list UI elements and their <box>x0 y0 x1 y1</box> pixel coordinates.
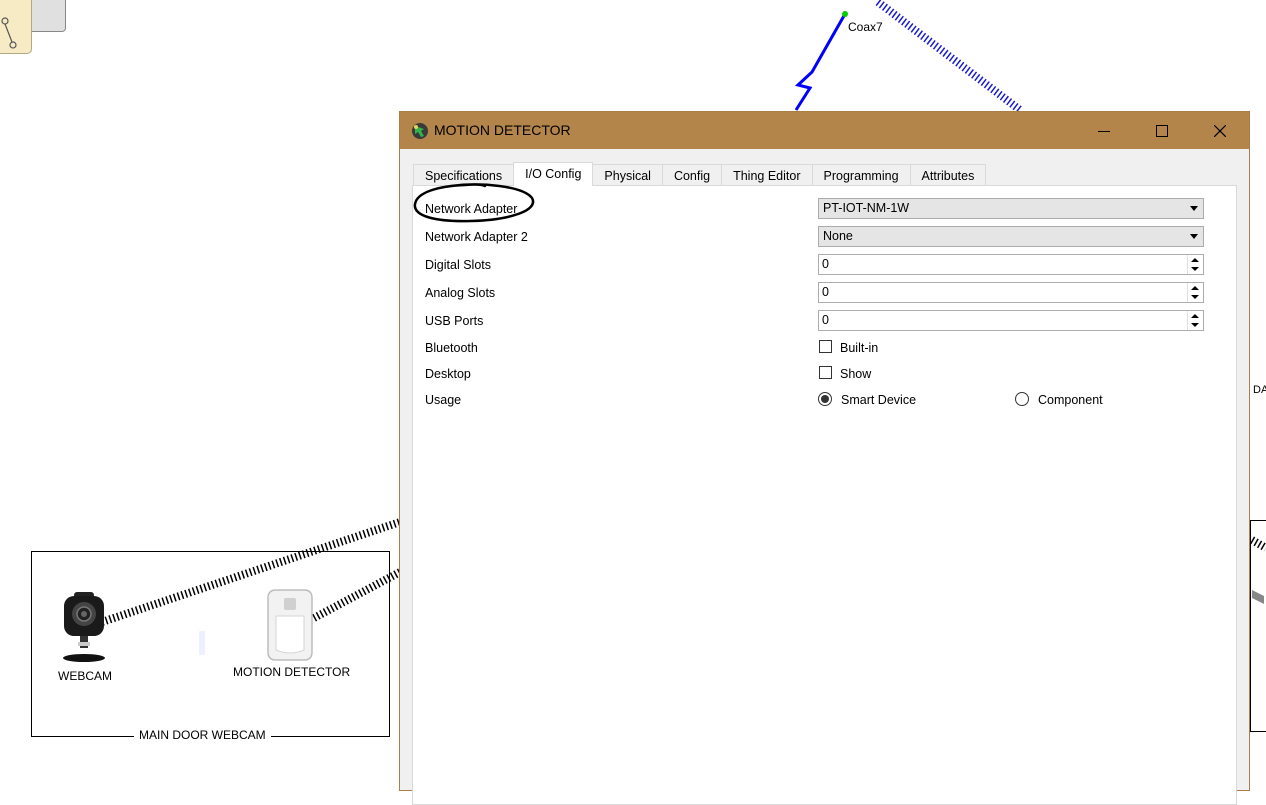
usage-component-radio[interactable] <box>1015 392 1029 406</box>
router-icon <box>1 17 17 49</box>
maximize-icon <box>1156 124 1168 137</box>
tab-config[interactable]: Config <box>661 164 723 186</box>
workspace-marker <box>199 631 205 655</box>
usb-ports-value: 0 <box>822 313 829 327</box>
analog-slots-label: Analog Slots <box>425 286 496 300</box>
link-endpoint <box>842 11 848 17</box>
wireless-link-top <box>875 0 1023 114</box>
bluetooth-label: Bluetooth <box>425 341 478 355</box>
spin-down-icon[interactable] <box>1191 323 1199 327</box>
digital-slots-value: 0 <box>822 257 829 271</box>
annotation-circle <box>413 183 535 223</box>
desktop-label: Desktop <box>425 367 471 381</box>
spin-up-icon[interactable] <box>1191 258 1199 262</box>
dialog-titlebar[interactable]: MOTION DETECTOR <box>400 112 1249 149</box>
close-icon <box>1214 124 1226 137</box>
right-edge-label: DA <box>1253 384 1266 396</box>
dropdown-arrow-icon <box>1190 234 1198 239</box>
network-adapter-value: PT-IOT-NM-1W <box>823 201 910 215</box>
digital-slots-spinbox[interactable]: 0 <box>818 254 1204 275</box>
spin-buttons[interactable] <box>1187 311 1203 330</box>
device-label-webcam[interactable]: WEBCAM <box>58 669 112 683</box>
partial-router-icon[interactable] <box>0 0 32 54</box>
desktop-show-label[interactable]: Show <box>840 367 871 381</box>
spin-buttons[interactable] <box>1187 255 1203 274</box>
usage-smart-device-label[interactable]: Smart Device <box>841 393 916 407</box>
dialog-title: MOTION DETECTOR <box>434 122 571 138</box>
maximize-button[interactable] <box>1133 112 1191 149</box>
desktop-show-checkbox[interactable] <box>819 366 832 379</box>
link-label: Coax7 <box>848 20 883 34</box>
bluetooth-builtin-label[interactable]: Built-in <box>840 341 878 355</box>
tab-programming[interactable]: Programming <box>811 164 911 186</box>
spin-up-icon[interactable] <box>1191 286 1199 290</box>
analog-slots-value: 0 <box>822 285 829 299</box>
usage-smart-device-radio[interactable] <box>818 392 832 406</box>
minimize-button[interactable] <box>1075 112 1133 149</box>
spin-down-icon[interactable] <box>1191 267 1199 271</box>
close-button[interactable] <box>1191 112 1249 149</box>
radio-selected-dot <box>821 395 829 403</box>
device-label-motion-detector[interactable]: MOTION DETECTOR <box>233 665 350 679</box>
digital-slots-label: Digital Slots <box>425 258 491 272</box>
tab-thing-editor[interactable]: Thing Editor <box>721 164 813 186</box>
usb-ports-spinbox[interactable]: 0 <box>818 310 1204 331</box>
motion-detector-icon[interactable] <box>262 588 318 662</box>
network-adapter-2-select[interactable]: None <box>818 226 1204 247</box>
network-adapter-select[interactable]: PT-IOT-NM-1W <box>818 198 1204 219</box>
usage-component-label[interactable]: Component <box>1038 393 1103 407</box>
dropdown-arrow-icon <box>1190 206 1198 211</box>
webcam-icon[interactable] <box>58 590 110 666</box>
analog-slots-spinbox[interactable]: 0 <box>818 282 1204 303</box>
spin-down-icon[interactable] <box>1191 295 1199 299</box>
tab-physical[interactable]: Physical <box>592 164 663 186</box>
tab-attributes[interactable]: Attributes <box>909 164 987 186</box>
minimize-icon <box>1098 130 1110 132</box>
right-edge-cluster-box[interactable] <box>1250 520 1266 732</box>
spin-buttons[interactable] <box>1187 283 1203 302</box>
io-config-panel: Network Adapter PT-IOT-NM-1W Network Ada… <box>412 185 1237 805</box>
usage-label: Usage <box>425 393 462 407</box>
motion-detector-icon <box>412 123 428 139</box>
cluster-label[interactable]: MAIN DOOR WEBCAM <box>134 727 271 743</box>
tab-io-config[interactable]: I/O Config <box>513 162 594 186</box>
network-adapter-2-label: Network Adapter 2 <box>425 230 528 244</box>
spin-up-icon[interactable] <box>1191 314 1199 318</box>
partial-device-icon-right[interactable] <box>1250 586 1266 606</box>
network-adapter-2-value: None <box>823 229 853 243</box>
bluetooth-builtin-checkbox[interactable] <box>819 340 832 353</box>
usb-ports-label: USB Ports <box>425 314 484 328</box>
coax-link <box>794 13 847 111</box>
